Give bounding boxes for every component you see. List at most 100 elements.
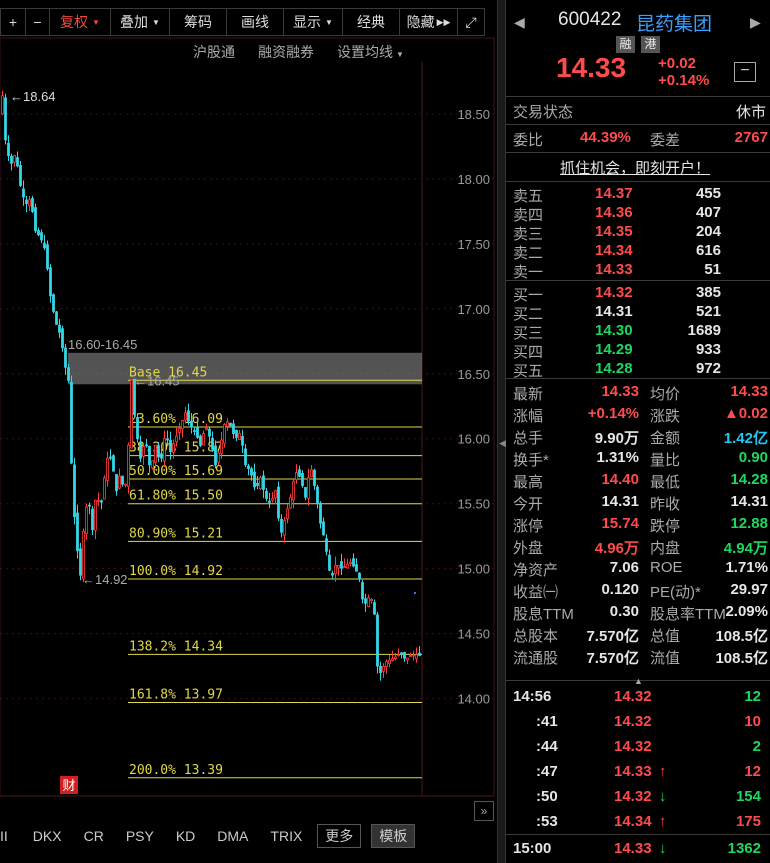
candle-body [349, 561, 352, 564]
arrow-down-icon: ↓ [659, 840, 667, 857]
collapse-quote-button[interactable]: − [734, 62, 756, 82]
margin-trading-link[interactable]: 融资融券 [258, 42, 314, 62]
indicator-tabs: II DKX CR PSY KD DMA TRIX 更多 模板 [0, 824, 497, 848]
candle-body [328, 554, 331, 571]
template-button[interactable]: 模板 [371, 824, 416, 848]
fullscreen-icon[interactable]: ⤢ [457, 8, 485, 36]
candle-body [268, 500, 271, 503]
candle-body [316, 486, 319, 505]
candle-body [163, 438, 166, 462]
fib-level-label: 23.60% 16.09 [129, 412, 223, 427]
tick-time: :44 [536, 738, 558, 755]
tab-trix[interactable]: TRIX [259, 824, 313, 848]
stat-value: 7.570亿 [586, 628, 639, 645]
tick-time: :53 [536, 813, 558, 830]
stat-label: 最新 [513, 386, 544, 403]
y-tick-label: 14.50 [457, 627, 490, 642]
ma-settings-dropdown[interactable]: 设置均线 ▼ [337, 42, 404, 62]
candle-body [19, 165, 22, 186]
level-price: 14.32 [595, 284, 633, 301]
tick-price: 14.32 [614, 738, 652, 755]
quote-panel: ◀ ▶ 600422 昆药集团 融 港 14.33 +0.02 +0.14% −… [506, 0, 770, 863]
tab-psy[interactable]: PSY [115, 824, 165, 848]
hk-connect-link[interactable]: 沪股通 [193, 42, 235, 62]
candle-body [223, 424, 226, 444]
level-price: 14.30 [595, 322, 633, 339]
hide-button[interactable]: 隐藏 ▶▶ [399, 8, 458, 36]
stats-row: 总手 9.90万 金额 1.42亿 [506, 425, 770, 447]
candle-body [25, 199, 28, 205]
candle-body [235, 430, 238, 438]
stats-row: 今开 14.31 昨收 14.31 [506, 491, 770, 513]
tick-price: 14.34 [614, 813, 652, 830]
tab-ii[interactable]: II [0, 824, 22, 848]
tab-dkx[interactable]: DKX [22, 824, 73, 848]
kline-chart[interactable]: 18.50 18.00 17.50 17.00 16.50 16.00 15.50 15.00… [0, 0, 497, 863]
candle-body [388, 659, 391, 664]
collapse-stats-icon[interactable]: ▲ [634, 676, 643, 686]
kline-chart-area[interactable]: 18.50 18.00 17.50 17.00 16.50 16.00 15.50 15.00… [0, 0, 497, 863]
stat-label: 总股本 [513, 628, 559, 645]
candle-body [7, 142, 10, 156]
overlay-dropdown[interactable]: 叠加 ▼ [110, 8, 170, 36]
candle-body [190, 420, 193, 428]
y-tick-label: 18.50 [457, 107, 490, 122]
level-price: 14.31 [595, 303, 633, 320]
candle-body [382, 665, 385, 672]
candle-body [331, 573, 334, 576]
candle-body [361, 582, 364, 600]
candle-body [139, 442, 142, 459]
stats-row: 净资产 7.06 ROE 1.71% [506, 557, 770, 579]
display-dropdown[interactable]: 显示 ▼ [283, 8, 343, 36]
fib-level-label: 80.90% 15.21 [129, 526, 223, 541]
range-box[interactable] [68, 352, 422, 385]
tab-dma[interactable]: DMA [206, 824, 259, 848]
candle-body [211, 437, 214, 450]
candle-body [187, 410, 190, 421]
tick-volume: 175 [735, 813, 761, 830]
marker-dot [414, 592, 416, 595]
price-change-pct: +0.14% [658, 72, 710, 89]
buy-level-row[interactable]: 买五 14.28 972 [506, 358, 770, 380]
open-account-link[interactable]: 抓住机会，即刻开户！ [560, 157, 710, 178]
fib-level-label: 200.0% 13.39 [129, 763, 223, 778]
tick-time: :50 [536, 788, 558, 805]
candle-body [55, 311, 58, 325]
candle-body [358, 572, 361, 580]
margin-tag: 融 [616, 36, 635, 53]
tab-kd[interactable]: KD [165, 824, 206, 848]
expand-indicators-button[interactable]: » [474, 801, 494, 821]
tick-time: 14:56 [513, 688, 552, 705]
candle-body [397, 654, 400, 657]
candle-body [217, 452, 220, 463]
next-stock-icon[interactable]: ▶ [750, 14, 761, 31]
candle-body [409, 655, 412, 658]
candle-body [52, 294, 55, 312]
candle-body [346, 564, 349, 569]
panel-divider[interactable]: ◀ [497, 0, 506, 863]
candle-body [253, 471, 256, 488]
candle-body [10, 155, 13, 164]
stock-name[interactable]: 昆药集团 [636, 9, 712, 36]
zoom-in-button[interactable]: + [0, 8, 26, 36]
chips-button[interactable]: 筹码 [169, 8, 227, 36]
candle-body [229, 422, 232, 427]
high-marker-label: ←18.64 [10, 89, 56, 104]
candle-body [406, 657, 409, 661]
tab-cr[interactable]: CR [73, 824, 115, 848]
weicha-label: 委差 [650, 132, 681, 149]
classic-button[interactable]: 经典 [342, 8, 400, 36]
y-tick-label: 15.50 [457, 497, 490, 512]
fuquan-dropdown[interactable]: 复权 ▼ [49, 8, 111, 36]
prev-stock-icon[interactable]: ◀ [514, 14, 525, 31]
stat-value: 1.71% [725, 559, 768, 576]
tick-volume: 10 [744, 713, 761, 730]
candle-body [214, 445, 217, 466]
candle-body [352, 558, 355, 567]
zoom-out-button[interactable]: − [25, 8, 50, 36]
arrow-down-icon: ↓ [659, 788, 667, 805]
more-button[interactable]: 更多 [317, 824, 362, 848]
draw-line-button[interactable]: 画线 [226, 8, 284, 36]
sell-level-row[interactable]: 卖一 14.33 51 [506, 259, 770, 281]
candle-body [373, 602, 376, 615]
